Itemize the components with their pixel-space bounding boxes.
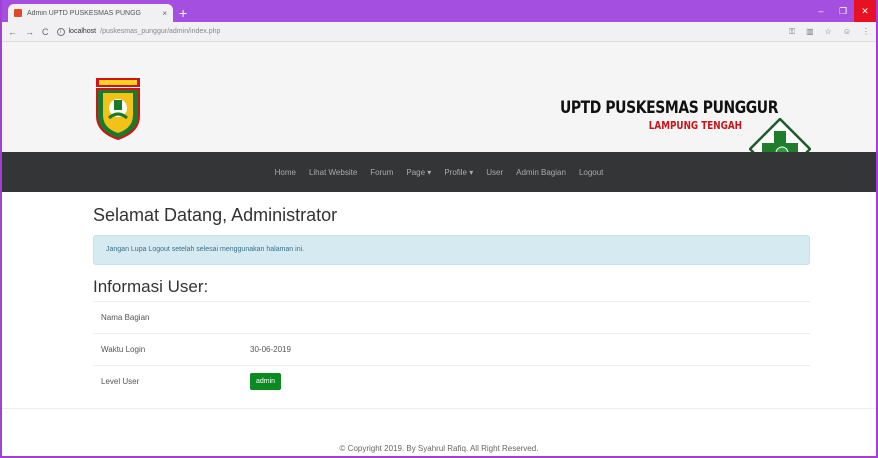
brand-logo: UPTD PUSKESMAS PUNGGUR LAMPUNG TENGAH — [520, 98, 779, 132]
window-controls: – ❐ ✕ — [810, 0, 876, 22]
url-path: /puskesmas_punggur/admin/index.php — [100, 28, 221, 35]
brand-title: UPTD PUSKESMAS PUNGGUR — [559, 98, 779, 118]
divider — [2, 408, 876, 409]
new-tab-button[interactable]: + — [179, 6, 187, 20]
tab-bar: Admin UPTD PUSKESMAS PUNGG × + – ❐ ✕ — [2, 0, 876, 22]
section-title: Informasi User: — [93, 277, 209, 296]
brand-subtitle: LAMPUNG TENGAH — [648, 119, 742, 132]
tab-title: Admin UPTD PUSKESMAS PUNGG — [27, 9, 141, 17]
browser-tab[interactable]: Admin UPTD PUSKESMAS PUNGG × — [8, 4, 173, 22]
key-icon[interactable]: ⚿ — [789, 27, 795, 37]
page-title: Selamat Datang, Administrator — [93, 205, 338, 225]
browser-window: Admin UPTD PUSKESMAS PUNGG × + – ❐ ✕ ← →… — [0, 0, 878, 458]
bookmark-star-icon[interactable]: ☆ — [825, 27, 832, 37]
minimize-button[interactable]: – — [810, 0, 832, 22]
level-badge: admin — [250, 373, 282, 390]
extension-icon[interactable]: ▥ — [806, 27, 814, 37]
nav-profile-dropdown[interactable]: Profile ▾ — [444, 168, 473, 177]
info-alert: Jangan Lupa Logout setelah selesai mengg… — [93, 235, 810, 265]
close-window-button[interactable]: ✕ — [854, 0, 876, 22]
nav-page-dropdown[interactable]: Page ▾ — [406, 168, 431, 177]
main-navbar: Home Lihat Website Forum Page ▾ Profile … — [2, 152, 876, 192]
url-host: localhost — [68, 28, 97, 35]
row-value: 30-06-2019 — [250, 345, 291, 354]
site-header: UPTD PUSKESMAS PUNGGUR LAMPUNG TENGAH — [2, 42, 876, 180]
nav-lihat-website[interactable]: Lihat Website — [309, 168, 357, 177]
lampung-tengah-emblem-icon — [96, 78, 140, 140]
user-info-table: Nama Bagian Waktu Login 30-06-2019 Level… — [93, 301, 810, 397]
nav-forum[interactable]: Forum — [370, 168, 393, 177]
site-info-icon[interactable]: i — [56, 27, 65, 36]
row-label: Level User — [101, 377, 140, 386]
maximize-button[interactable]: ❐ — [832, 0, 854, 22]
reload-icon[interactable]: C — [42, 27, 49, 37]
forward-icon[interactable]: → — [25, 27, 34, 37]
nav-admin-bagian[interactable]: Admin Bagian — [516, 168, 566, 177]
nav-home[interactable]: Home — [275, 168, 296, 177]
url-field[interactable]: i localhost/puskesmas_punggur/admin/inde… — [56, 24, 782, 39]
menu-dots-icon[interactable]: ⋮ — [862, 27, 870, 37]
row-label: Nama Bagian — [101, 313, 150, 322]
tab-close-icon[interactable]: × — [162, 9, 167, 18]
profile-icon[interactable]: ☺ — [843, 27, 851, 37]
footer-copyright: © Copyright 2019. By Syahrul Rafiq. All … — [339, 444, 539, 453]
address-bar: ← → C i localhost/puskesmas_punggur/admi… — [2, 22, 876, 42]
nav-user[interactable]: User — [486, 168, 503, 177]
nav-logout[interactable]: Logout — [579, 168, 603, 177]
table-row: Level User admin — [93, 365, 810, 397]
table-row: Waktu Login 30-06-2019 — [93, 333, 810, 365]
back-icon[interactable]: ← — [8, 27, 17, 37]
table-row: Nama Bagian — [93, 301, 810, 333]
favicon-icon — [14, 9, 22, 17]
row-label: Waktu Login — [101, 345, 146, 354]
